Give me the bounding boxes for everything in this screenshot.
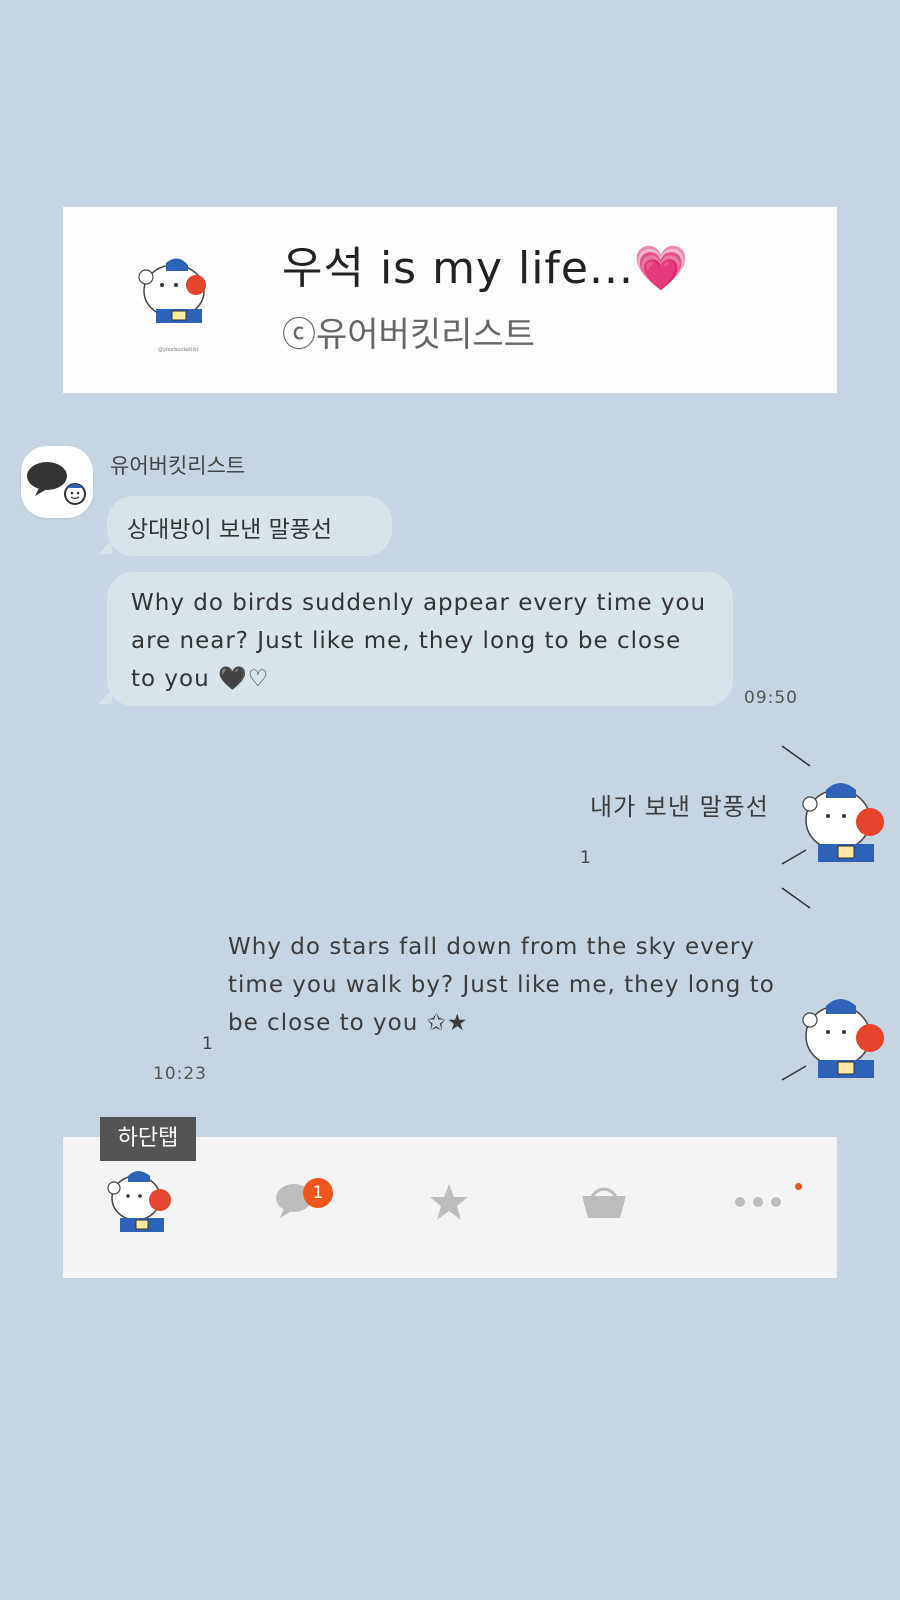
page-title: 우석 is my life...💗 — [282, 243, 690, 294]
tab-shopping[interactable] — [564, 1162, 644, 1242]
my-bear-avatar-icon[interactable] — [800, 996, 892, 1092]
avatar[interactable] — [21, 446, 93, 518]
more-dots-icon — [735, 1197, 781, 1207]
tab-friends[interactable] — [102, 1162, 182, 1242]
bear-friends-icon — [107, 1171, 171, 1232]
received-bubble[interactable]: Why do birds suddenly appear every time … — [107, 572, 733, 706]
logo-caption: @yourbucketlist — [158, 347, 199, 353]
message-text: 상대방이 보낸 말풍선 — [127, 517, 333, 543]
message-text: Why do birds suddenly appear every time … — [131, 590, 707, 692]
page-subtitle: ⓒ유어버킷리스트 — [282, 315, 535, 355]
tab-more[interactable] — [718, 1162, 798, 1242]
read-count: 1 — [202, 1034, 213, 1054]
my-bear-avatar-icon[interactable] — [800, 780, 892, 876]
shopping-basket-icon — [582, 1187, 626, 1218]
message-time: 10:23 — [153, 1064, 207, 1084]
speech-bubble-logo-icon — [27, 462, 86, 505]
sent-message[interactable]: Why do stars fall down from the sky ever… — [228, 928, 788, 1042]
read-count: 1 — [580, 848, 591, 868]
tab-bar-label: 하단탭 — [100, 1117, 196, 1161]
notification-dot — [795, 1183, 802, 1190]
unread-badge: 1 — [303, 1178, 333, 1208]
tab-view[interactable] — [409, 1162, 489, 1242]
message-time: 09:50 — [744, 688, 798, 708]
received-bubble[interactable]: 상대방이 보낸 말풍선 — [107, 496, 392, 556]
banner-bear-icon — [138, 255, 218, 339]
star-icon — [430, 1184, 468, 1220]
sent-message[interactable]: 내가 보낸 말풍선 — [590, 787, 769, 822]
sender-name: 유어버킷리스트 — [110, 454, 246, 478]
